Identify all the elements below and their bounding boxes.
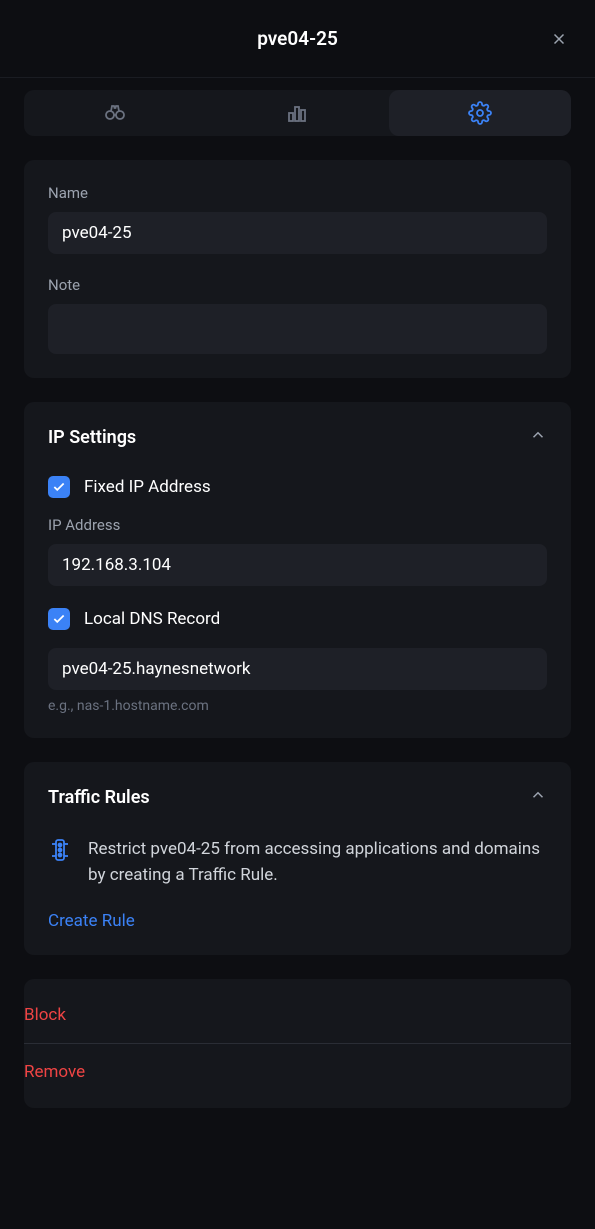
chevron-up-icon [529,426,547,448]
create-rule-link[interactable]: Create Rule [48,911,135,931]
traffic-rule-icon [48,838,72,862]
ip-settings-title: IP Settings [48,427,136,448]
local-dns-label: Local DNS Record [84,609,220,629]
general-card: Name Note [24,160,571,378]
traffic-rules-toggle[interactable]: Traffic Rules [48,786,547,808]
ip-address-input[interactable] [48,544,547,586]
panel-title: pve04-25 [257,27,338,50]
name-label: Name [48,184,547,202]
dns-hint: e.g., nas-1.hostname.com [48,698,547,714]
traffic-rules-card: Traffic Rules Restrict pve04-25 from acc… [24,762,571,955]
fixed-ip-checkbox[interactable] [48,476,70,498]
traffic-rules-title: Traffic Rules [48,787,150,808]
chevron-up-icon [529,786,547,808]
tab-bar [24,90,571,136]
ip-settings-toggle[interactable]: IP Settings [48,426,547,448]
tab-insights[interactable] [206,90,388,136]
close-button[interactable] [547,27,571,51]
tab-overview[interactable] [24,90,206,136]
block-button[interactable]: Block [24,987,571,1043]
binoculars-icon [103,101,127,125]
check-icon [52,612,66,626]
tab-settings[interactable] [389,90,571,136]
panel-header: pve04-25 [0,0,595,78]
note-label: Note [48,276,547,294]
gear-icon [468,101,492,125]
fixed-ip-label: Fixed IP Address [84,477,211,497]
ip-address-label: IP Address [48,516,547,534]
traffic-description: Restrict pve04-25 from accessing applica… [88,836,547,889]
name-input[interactable] [48,212,547,254]
close-icon [550,30,568,48]
bar-chart-icon [285,101,309,125]
note-input[interactable] [48,304,547,354]
check-icon [52,480,66,494]
actions-card: Block Remove [24,979,571,1108]
local-dns-checkbox[interactable] [48,608,70,630]
dns-input[interactable] [48,648,547,690]
remove-button[interactable]: Remove [24,1044,571,1100]
ip-settings-card: IP Settings Fixed IP Address IP Address … [24,402,571,738]
